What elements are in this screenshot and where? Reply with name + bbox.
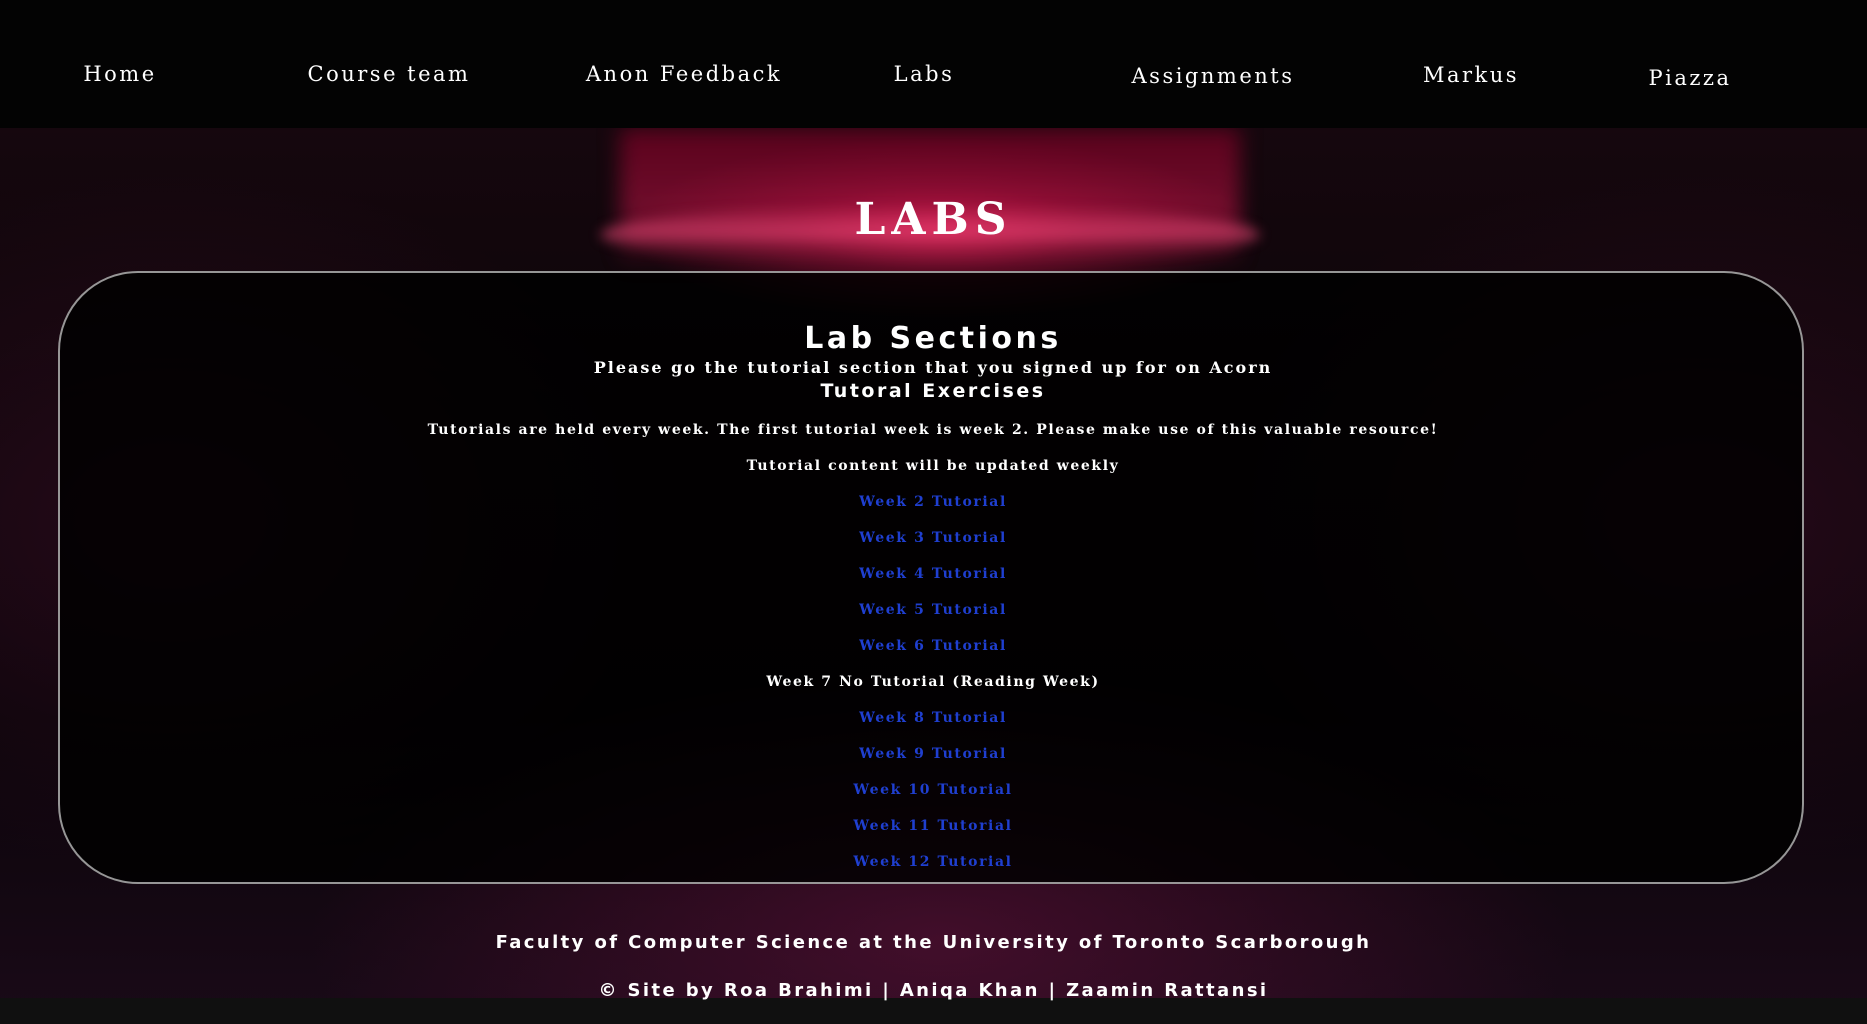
footer-faculty: Faculty of Computer Science at the Unive… [495,932,1372,953]
nav-assignments[interactable]: Assignments [1132,64,1295,88]
nav-markus[interactable]: Markus [1423,63,1519,87]
nav-home[interactable]: Home [83,62,156,86]
week-item: Week 2 Tutorial [60,494,1806,510]
week-6-tutorial-link[interactable]: Week 6 Tutorial [859,638,1007,654]
week-item: Week 10 Tutorial [60,782,1806,798]
tutorial-intro: Tutorials are held every week. The first… [427,422,1439,438]
week-12-tutorial-link[interactable]: Week 12 Tutorial [853,854,1012,870]
week-10-tutorial-link[interactable]: Week 10 Tutorial [853,782,1012,798]
week-item: Week 8 Tutorial [60,710,1806,726]
week-item: Week 3 Tutorial [60,530,1806,546]
signup-instruction: Please go the tutorial section that you … [593,358,1273,377]
week-item: Week 5 Tutorial [60,602,1806,618]
week-5-tutorial-link[interactable]: Week 5 Tutorial [859,602,1007,618]
nav-labs[interactable]: Labs [894,62,955,86]
week-4-tutorial-link[interactable]: Week 4 Tutorial [859,566,1007,582]
top-navbar: Home Course team Anon Feedback Labs Assi… [0,0,1867,128]
week-item: Week 4 Tutorial [60,566,1806,582]
week-7-reading-week: Week 7 No Tutorial (Reading Week) [766,674,1100,690]
week-item: Week 12 Tutorial [60,854,1806,870]
nav-anon-feedback[interactable]: Anon Feedback [586,62,782,86]
update-note: Tutorial content will be updated weekly [746,458,1120,474]
week-9-tutorial-link[interactable]: Week 9 Tutorial [859,746,1007,762]
nav-piazza[interactable]: Piazza [1648,66,1731,90]
lab-sections-heading: Lab Sections [804,321,1062,356]
footer-bar [0,998,1867,1024]
week-8-tutorial-link[interactable]: Week 8 Tutorial [859,710,1007,726]
lab-sections-card: Lab Sections Please go the tutorial sect… [58,271,1804,884]
week-item: Week 9 Tutorial [60,746,1806,762]
week-2-tutorial-link[interactable]: Week 2 Tutorial [859,494,1007,510]
nav-course-team[interactable]: Course team [308,62,471,86]
footer-credits: © Site by Roa Brahimi | Aniqa Khan | Zaa… [598,980,1269,1001]
exercises-heading: Tutoral Exercises [820,380,1046,402]
page-title: LABS [854,194,1013,245]
week-item: Week 6 Tutorial [60,638,1806,654]
week-11-tutorial-link[interactable]: Week 11 Tutorial [853,818,1012,834]
week-item: Week 11 Tutorial [60,818,1806,834]
week-3-tutorial-link[interactable]: Week 3 Tutorial [859,530,1007,546]
